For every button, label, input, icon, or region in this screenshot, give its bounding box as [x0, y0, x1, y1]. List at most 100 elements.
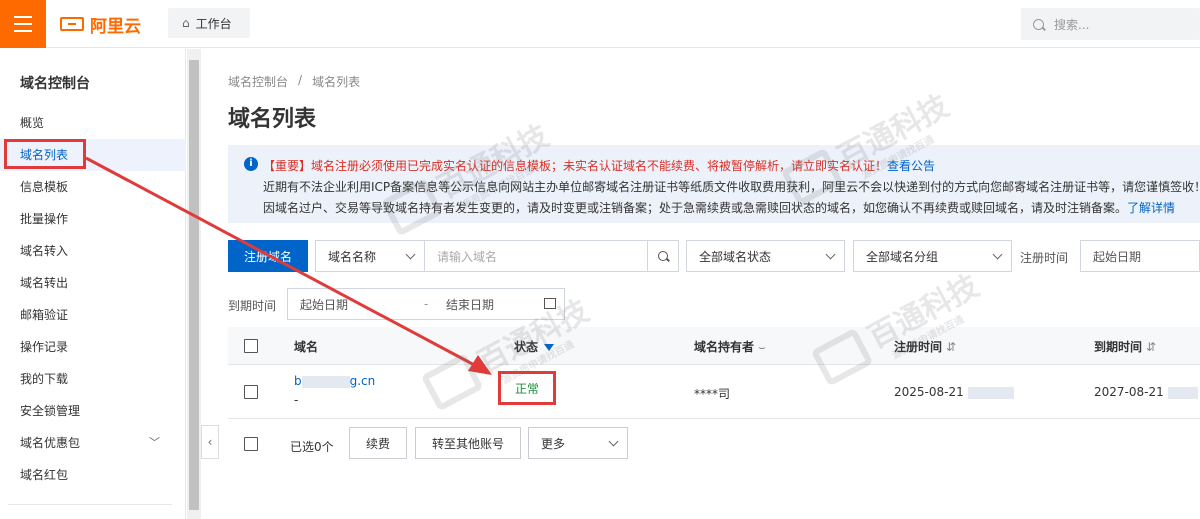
chevron-down-icon: [405, 249, 416, 260]
expire-date-range-input[interactable]: 起始日期 - 结束日期: [287, 288, 565, 320]
renew-button[interactable]: 续费: [349, 427, 407, 459]
sidebar-item-discount-pack[interactable]: 域名优惠包 ﹀: [0, 427, 186, 459]
batch-action-bar: 已选0个 续费 转至其他账号 更多: [228, 419, 1200, 469]
status-highlight-box: 正常: [498, 371, 556, 405]
table-header: 域名 状态 域名持有者 ⌣ 注册时间 ⇵ 到期时间 ⇵: [228, 327, 1200, 365]
notice-line-3: 因域名过户、交易等导致域名持有者发生变更的，请及时变更或注销备案；处于急需续费或…: [263, 199, 1175, 216]
domain-input-placeholder: 请输入域名: [437, 249, 498, 264]
redacted-block: [967, 386, 1014, 399]
search-field-select[interactable]: 域名名称: [315, 240, 425, 272]
col-holder: 域名持有者 ⌣: [694, 338, 766, 355]
table-row: b g.cn - 正常 ****司 2025-08-21 2027-08-21: [228, 365, 1200, 419]
expire-time-label: 到期时间: [228, 299, 277, 313]
sidebar-item-label: 域名优惠包: [20, 436, 81, 450]
reg-start-date-input[interactable]: 起始日期: [1080, 240, 1200, 272]
redacted-block: [301, 375, 350, 388]
selected-count: 已选0个: [290, 440, 334, 454]
search-placeholder: 搜索...: [1054, 17, 1090, 32]
status-filter-value: 全部域名状态: [699, 249, 772, 264]
top-bar: 阿里云 ⌂ 工作台 搜索...: [0, 0, 1200, 48]
breadcrumb-separator: /: [298, 73, 303, 87]
breadcrumb-current: 域名列表: [312, 75, 361, 89]
breadcrumb: 域名控制台 / 域名列表: [228, 73, 360, 90]
aliyun-logo-icon: [60, 17, 84, 31]
expire-end-placeholder: 结束日期: [446, 297, 495, 312]
transfer-account-button[interactable]: 转至其他账号: [415, 427, 521, 459]
sort-icon[interactable]: ⇵: [946, 340, 956, 354]
select-all-checkbox[interactable]: [244, 339, 258, 353]
search-button[interactable]: [647, 240, 679, 272]
col-reg-time[interactable]: 注册时间 ⇵: [894, 338, 956, 355]
group-filter-select[interactable]: 全部域名分组: [853, 240, 1012, 272]
status-badge: 正常: [514, 381, 539, 396]
more-actions-select[interactable]: 更多: [528, 427, 628, 459]
status-filter-select[interactable]: 全部域名状态: [686, 240, 845, 272]
row-checkbox[interactable]: [244, 385, 258, 399]
more-label: 更多: [541, 436, 566, 451]
reg-date: 2025-08-21: [894, 385, 964, 399]
register-domain-button[interactable]: 注册域名: [228, 240, 308, 272]
menu-icon[interactable]: [0, 0, 46, 48]
expire-time-value: 2027-08-21: [1094, 385, 1198, 399]
sidebar-item-transfer-out[interactable]: 域名转出: [0, 267, 186, 299]
search-icon: [1033, 18, 1044, 30]
holder-value: ****司: [694, 387, 731, 401]
filter-icon[interactable]: [544, 344, 555, 351]
learn-more-link[interactable]: 了解详情: [1127, 201, 1175, 215]
calendar-icon[interactable]: [544, 298, 556, 309]
chevron-down-icon: [825, 249, 836, 260]
divider: [8, 504, 172, 505]
col-holder-label: 域名持有者: [694, 340, 755, 354]
eye-icon[interactable]: ⌣: [758, 340, 766, 354]
search-field-value: 域名名称: [328, 249, 377, 264]
chevron-down-icon: ﹀: [149, 436, 160, 449]
logo-text: 阿里云: [90, 16, 141, 37]
notice-line-2: 近期有不法企业利用ICP备案信息等公示信息向网站主办单位邮寄域名注册证书等纸质文…: [263, 180, 1200, 194]
sidebar-title: 域名控制台: [20, 76, 90, 92]
aliyun-logo[interactable]: 阿里云: [60, 13, 141, 37]
info-icon: i: [244, 157, 258, 171]
notice-announcement-link[interactable]: 查看公告: [887, 159, 935, 173]
sidebar-item-overview[interactable]: 概览: [0, 107, 186, 139]
footer-select-all-checkbox[interactable]: [244, 437, 258, 451]
breadcrumb-console[interactable]: 域名控制台: [228, 73, 288, 90]
notice-line-3-text: 因域名过户、交易等导致域名持有者发生变更的，请及时变更或注销备案；处于急需续费或…: [263, 201, 1128, 215]
sidebar: 域名控制台 概览 域名列表 信息模板 批量操作 域名转入 域名转出 邮箱验证 操…: [0, 49, 186, 519]
sidebar-item-operation-log[interactable]: 操作记录: [0, 331, 186, 363]
main-content: 域名控制台 / 域名列表 域名列表 i 【重要】域名注册必须使用已完成实名认证的…: [202, 49, 1200, 519]
chevron-down-icon: [992, 249, 1003, 260]
chevron-down-icon: [608, 436, 619, 447]
sidebar-scrollbar-thumb[interactable]: [189, 60, 199, 510]
sidebar-item-red-packet[interactable]: 域名红包: [0, 459, 186, 491]
domain-subtext: -: [294, 393, 299, 407]
annotation-highlight-box: [4, 139, 86, 169]
col-reg-time-label: 注册时间: [894, 340, 943, 354]
notice-banner: i 【重要】域名注册必须使用已完成实名认证的信息模板；未实名认证域名不能续费、将…: [228, 145, 1200, 223]
page-title: 域名列表: [228, 107, 317, 132]
global-search-input[interactable]: 搜索...: [1021, 8, 1200, 40]
sidebar-item-email-verify[interactable]: 邮箱验证: [0, 299, 186, 331]
expire-start-placeholder: 起始日期: [300, 297, 349, 312]
notice-important: 【重要】域名注册必须使用已完成实名认证的信息模板；未实名认证域名不能续费、将被暂…: [263, 159, 888, 173]
domain-suffix: g.cn: [349, 374, 376, 388]
col-expire-time-label: 到期时间: [1094, 340, 1143, 354]
sidebar-item-transfer-in[interactable]: 域名转入: [0, 235, 186, 267]
expire-date: 2027-08-21: [1094, 385, 1164, 399]
workbench-button[interactable]: ⌂ 工作台: [168, 8, 250, 38]
domain-search-input[interactable]: 请输入域名: [424, 240, 648, 272]
col-expire-time[interactable]: 到期时间 ⇵: [1094, 338, 1156, 355]
col-status-label: 状态: [514, 340, 539, 354]
domain-link[interactable]: b g.cn: [294, 374, 375, 388]
sidebar-item-security-lock[interactable]: 安全锁管理: [0, 395, 186, 427]
reg-time-label: 注册时间: [1020, 251, 1069, 265]
sidebar-item-batch-ops[interactable]: 批量操作: [0, 203, 186, 235]
home-icon: ⌂: [182, 16, 190, 30]
redacted-block: [1167, 386, 1198, 399]
sort-icon[interactable]: ⇵: [1146, 340, 1156, 354]
reg-start-placeholder: 起始日期: [1093, 249, 1142, 264]
reg-time-value: 2025-08-21: [894, 385, 1014, 399]
workbench-label: 工作台: [195, 16, 232, 31]
sidebar-item-info-template[interactable]: 信息模板: [0, 171, 186, 203]
sidebar-item-downloads[interactable]: 我的下载: [0, 363, 186, 395]
group-filter-value: 全部域名分组: [866, 249, 939, 264]
